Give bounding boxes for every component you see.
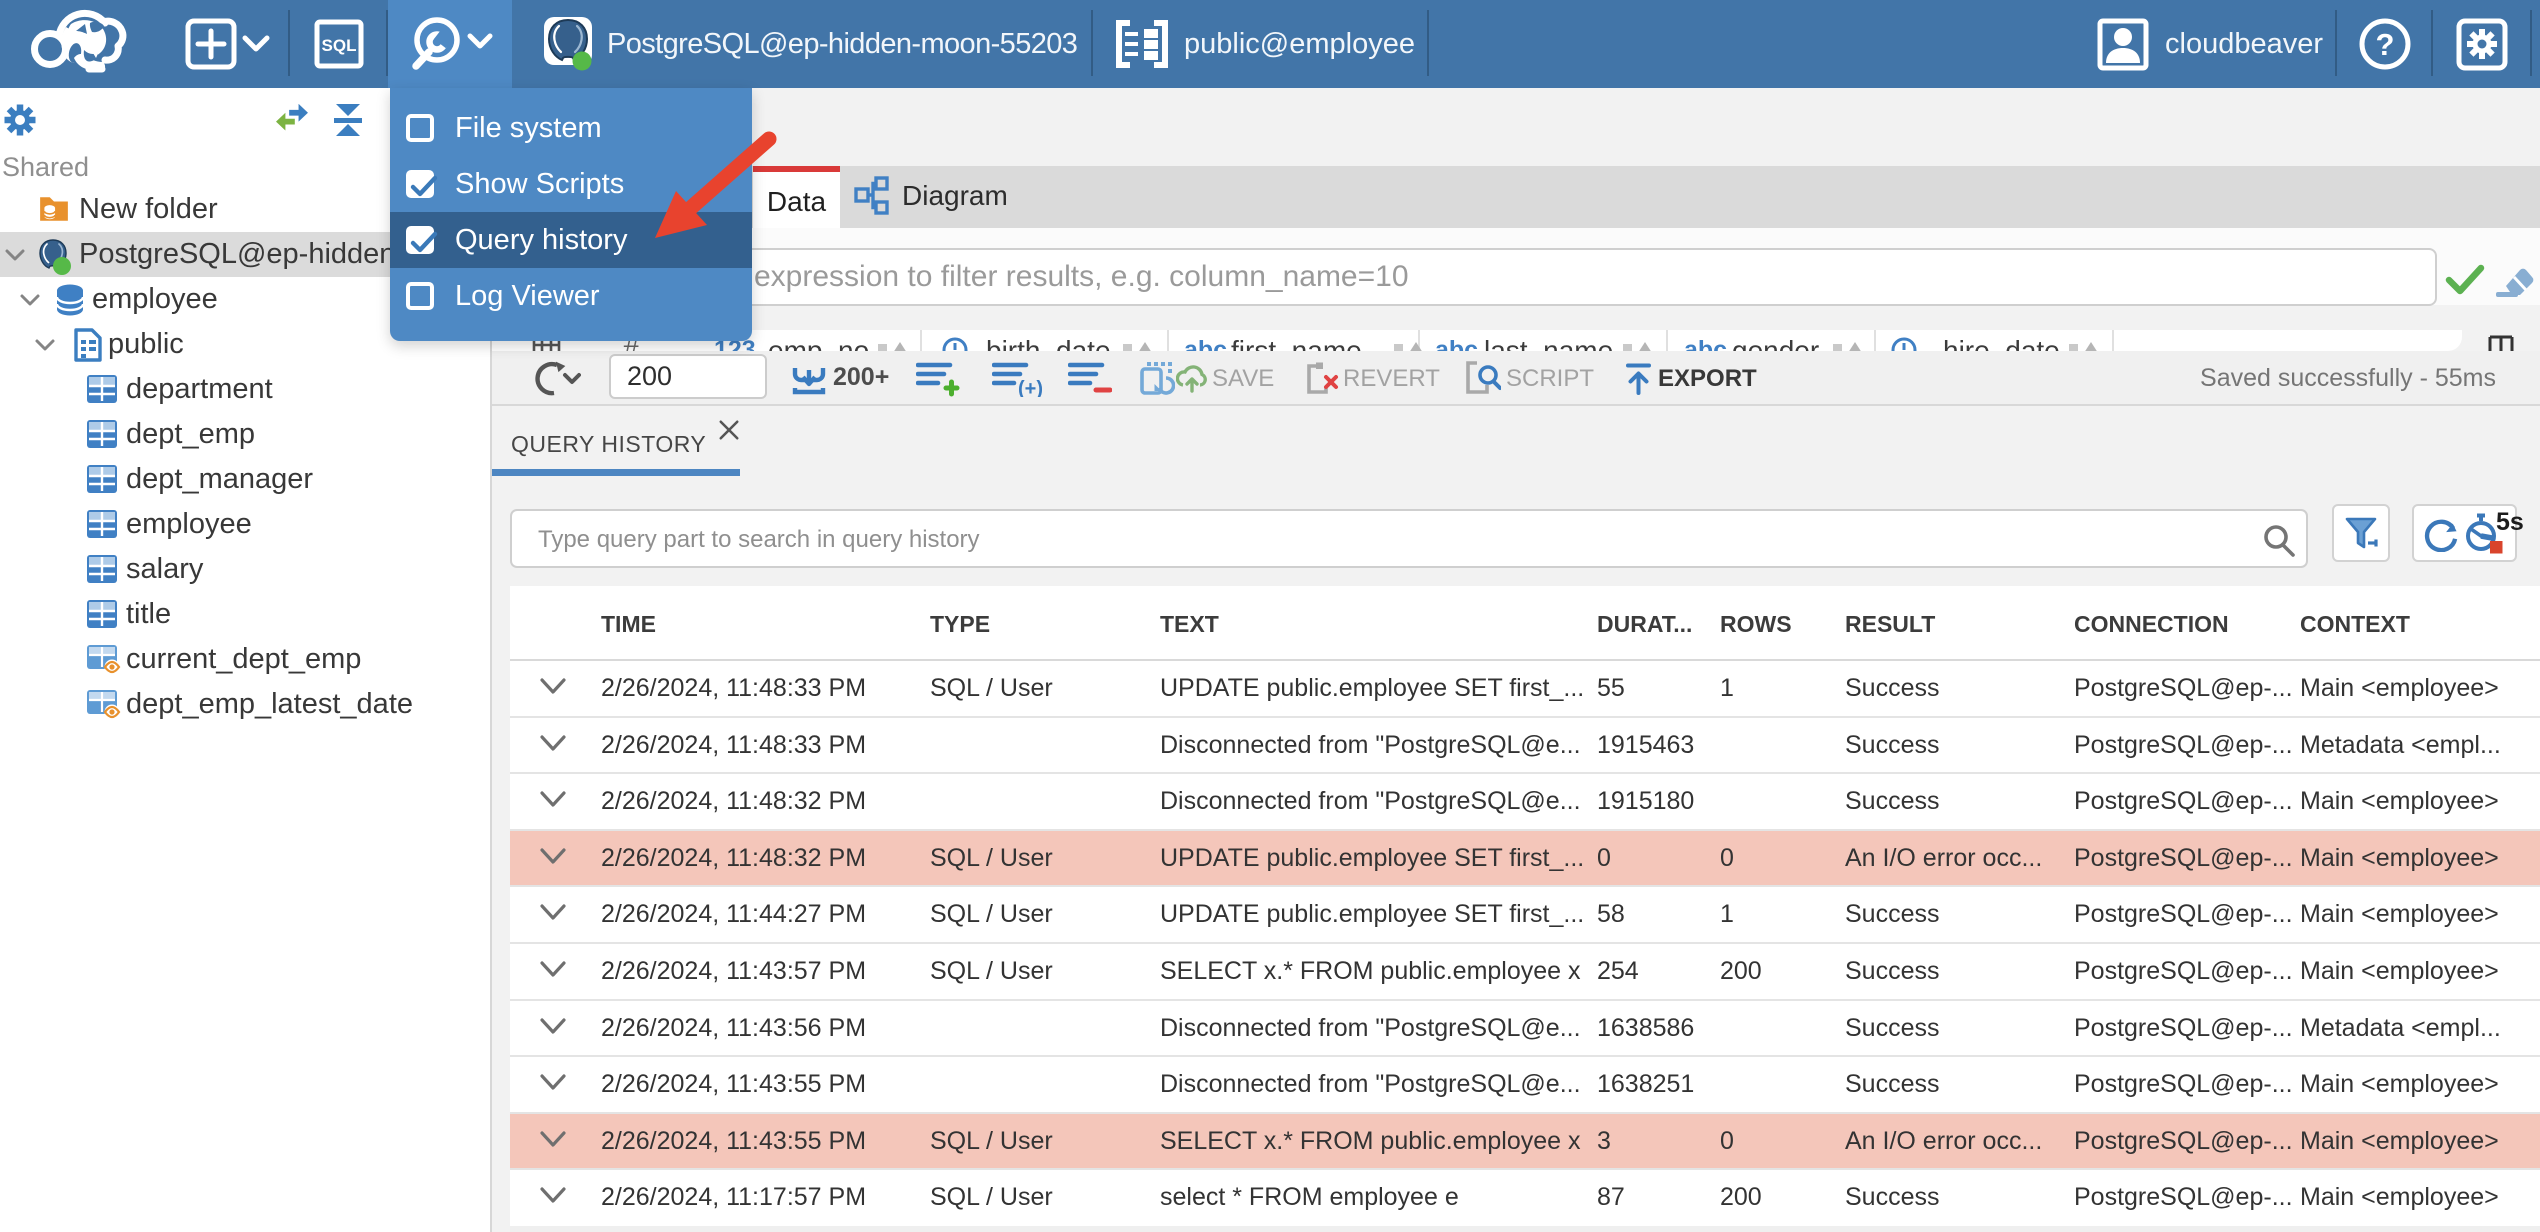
svg-text:(+): (+) [1018, 378, 1042, 397]
svg-text:?: ? [2376, 27, 2395, 62]
svg-text:SQL: SQL [322, 36, 357, 55]
